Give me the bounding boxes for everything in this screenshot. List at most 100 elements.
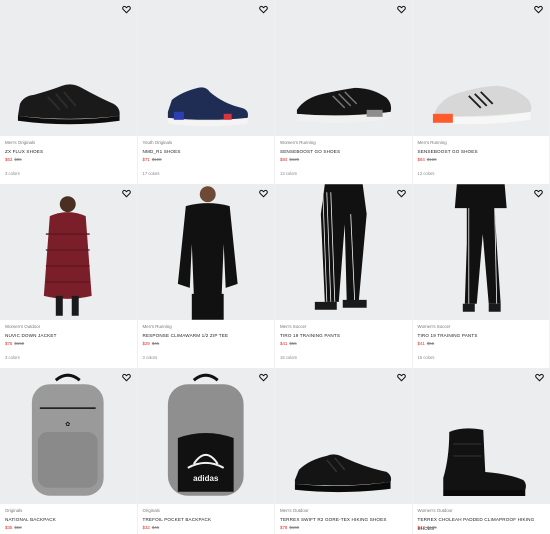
trefoil-backpack-image: adidas <box>167 373 244 496</box>
product-card[interactable]: Youth Originals NMD_R1 SHOES $71 $100 17 … <box>137 0 275 184</box>
product-card[interactable]: Men's Outdoor TERREX SWIFT R2 GORE-TEX H… <box>275 368 413 534</box>
product-price: $75 $150 <box>5 340 132 348</box>
product-price: $32 $45 <box>143 524 270 532</box>
product-price: $84 $120 <box>280 156 407 164</box>
product-category: Men's Outdoor <box>280 508 309 513</box>
black-sneaker-image <box>17 84 120 125</box>
sale-price: $32 <box>142 525 150 530</box>
white-running-shoe-image <box>432 85 531 125</box>
sale-price: $63 <box>5 157 13 162</box>
sale-price: $84 <box>280 157 288 162</box>
heart-outline-icon[interactable] <box>534 5 543 14</box>
product-image[interactable] <box>275 0 412 136</box>
sale-price: $41 <box>417 341 425 346</box>
product-card[interactable]: ✿ Originals NATIONAL BACKPACK $35 $50 <box>0 368 138 534</box>
product-card[interactable]: Women's Outdoor TERREX CHOLEAH PADDED CL… <box>412 368 550 534</box>
winter-boot-image <box>442 428 526 496</box>
product-name[interactable]: NATIONAL BACKPACK <box>5 515 132 524</box>
product-price: $71 $100 <box>143 156 270 164</box>
product-category: Men's Running <box>142 324 172 329</box>
product-name[interactable]: NMD_R1 SHOES <box>143 147 270 156</box>
original-price: $45 <box>151 525 160 530</box>
product-price: $29 $45 <box>143 340 270 348</box>
product-card[interactable]: Women's Outdoor NUVIC DOWN JACKET $75 $15… <box>0 184 138 368</box>
product-category: Women's Running <box>280 140 316 145</box>
sale-price: $71 <box>142 157 150 162</box>
navy-sneaker-image <box>167 87 248 127</box>
product-card[interactable]: Women's Soccer TIRO 19 TRAINING PANTS $4… <box>412 184 550 368</box>
product-card[interactable]: Men's Originals ZX FLUX SHOES $63 $85 3 c… <box>0 0 138 184</box>
heart-outline-icon[interactable] <box>259 373 268 382</box>
product-name[interactable]: TERREX SWIFT R2 GORE-TEX HIKING SHOES <box>280 515 407 524</box>
heart-outline-icon[interactable] <box>121 5 131 14</box>
color-count[interactable]: 3 colors <box>143 353 270 362</box>
product-image[interactable] <box>412 0 549 136</box>
product-price: $47 $130 <box>418 524 546 532</box>
product-name[interactable]: RESPONSE CLIMAWARM 1/2 ZIP TEE <box>143 331 270 340</box>
color-count[interactable]: 15 colors <box>418 353 545 362</box>
product-image[interactable] <box>137 0 274 136</box>
original-price: $120 <box>289 157 300 162</box>
product-price: $41 $55 <box>418 340 545 348</box>
product-image[interactable] <box>275 184 412 320</box>
original-price: $150 <box>14 341 25 346</box>
original-price: $120 <box>426 157 437 162</box>
product-category: Men's Soccer <box>280 324 307 329</box>
product-image[interactable]: adidas <box>137 368 274 504</box>
product-image[interactable] <box>0 184 137 320</box>
product-name[interactable]: NUVIC DOWN JACKET <box>5 331 132 340</box>
product-image[interactable] <box>412 368 550 504</box>
sale-price: $35 <box>5 525 13 530</box>
heart-outline-icon[interactable] <box>396 189 406 198</box>
product-image[interactable] <box>412 184 549 320</box>
color-count[interactable]: 16 colors <box>280 353 407 362</box>
product-price: $41 $55 <box>280 340 407 348</box>
product-name[interactable]: SENSEBOOST GO SHOES <box>280 147 407 156</box>
color-count[interactable]: 3 colors <box>5 353 132 362</box>
product-price: $78 $150 <box>280 524 407 532</box>
heart-outline-icon[interactable] <box>396 5 406 14</box>
product-image[interactable] <box>275 368 412 504</box>
color-count[interactable]: 13 colors <box>280 169 407 178</box>
sale-price: $41 <box>280 341 288 346</box>
product-image[interactable] <box>137 184 274 320</box>
product-category: Youth Originals <box>142 140 173 145</box>
model-down-jacket-image <box>43 196 92 316</box>
heart-outline-icon[interactable] <box>121 373 131 382</box>
product-image[interactable] <box>0 0 137 136</box>
product-name[interactable]: TIRO 19 TRAINING PANTS <box>418 331 545 340</box>
sale-price: $75 <box>5 341 13 346</box>
product-image[interactable]: ✿ <box>0 368 137 504</box>
product-price: $84 $120 <box>418 156 545 164</box>
color-count[interactable]: 3 colors <box>5 169 132 178</box>
heart-outline-icon[interactable] <box>259 5 268 14</box>
product-category: Women's Outdoor <box>5 324 41 329</box>
product-card[interactable]: Men's Running SENSEBOOST GO SHOES $84 $12… <box>412 0 550 184</box>
heart-outline-icon[interactable] <box>534 189 543 198</box>
product-name[interactable]: SENSEBOOST GO SHOES <box>418 147 545 156</box>
product-name[interactable]: TIRO 19 TRAINING PANTS <box>280 331 407 340</box>
heart-outline-icon[interactable] <box>396 373 406 382</box>
product-card[interactable]: Men's Soccer TIRO 19 TRAINING PANTS $41 $… <box>275 184 413 368</box>
color-count[interactable]: 12 colors <box>418 169 545 178</box>
product-card[interactable]: adidas Originals TREFOIL POCKET BACKPACK… <box>137 368 275 534</box>
product-name[interactable]: TERREX CHOLEAH PADDED CLIMAPROOF HIKING … <box>418 515 546 531</box>
training-pants-image <box>314 184 367 310</box>
product-card[interactable]: Women's Running SENSEBOOST GO SHOES $84 $… <box>275 0 413 184</box>
color-count[interactable]: 17 colors <box>143 169 270 178</box>
original-price: $50 <box>14 525 22 530</box>
heart-outline-icon[interactable] <box>535 373 544 382</box>
heart-outline-icon[interactable] <box>121 189 131 198</box>
product-name[interactable]: TREFOIL POCKET BACKPACK <box>143 515 270 524</box>
product-name[interactable]: ZX FLUX SHOES <box>5 147 132 156</box>
heart-outline-icon[interactable] <box>259 189 268 198</box>
original-price: $130 <box>426 525 437 530</box>
original-price: $55 <box>289 341 297 346</box>
product-card[interactable]: Men's Running RESPONSE CLIMAWARM 1/2 ZIP… <box>137 184 275 368</box>
model-zip-tee-image <box>177 186 238 320</box>
original-price: $100 <box>151 157 162 162</box>
product-category: Women's Outdoor <box>417 508 453 513</box>
product-price: $35 $50 <box>5 524 132 532</box>
product-category: Originals <box>5 508 23 513</box>
product-category: Men's Originals <box>5 140 36 145</box>
